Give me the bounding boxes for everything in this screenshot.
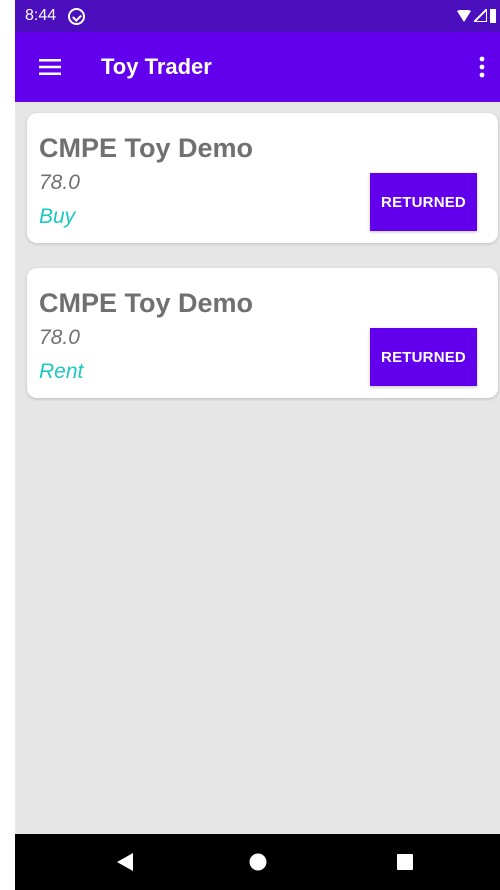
back-button[interactable] bbox=[95, 834, 155, 890]
app-screen: 8:44 Toy Trader CMPE Toy Demo 78.0 Buy R… bbox=[15, 0, 500, 890]
menu-button[interactable] bbox=[15, 32, 85, 102]
hamburger-menu-icon bbox=[39, 59, 61, 75]
toy-name: CMPE Toy Demo bbox=[39, 288, 254, 318]
toy-card[interactable]: CMPE Toy Demo 78.0 Buy RETURNED bbox=[27, 113, 498, 243]
toy-type: Rent bbox=[39, 360, 84, 383]
toy-price: 78.0 bbox=[39, 326, 80, 349]
back-icon bbox=[117, 853, 133, 871]
returned-button[interactable]: RETURNED bbox=[370, 173, 477, 231]
home-icon bbox=[249, 853, 267, 871]
toy-card[interactable]: CMPE Toy Demo 78.0 Rent RETURNED bbox=[27, 268, 498, 398]
toy-price: 78.0 bbox=[39, 171, 80, 194]
toy-type: Buy bbox=[39, 205, 76, 228]
status-time: 8:44 bbox=[25, 7, 57, 24]
app-bar: Toy Trader bbox=[15, 32, 500, 102]
returned-button[interactable]: RETURNED bbox=[370, 328, 477, 386]
sync-icon bbox=[68, 7, 86, 25]
overflow-menu-button[interactable] bbox=[464, 32, 500, 102]
status-bar: 8:44 bbox=[15, 0, 500, 32]
navigation-bar bbox=[15, 834, 500, 890]
home-button[interactable] bbox=[228, 834, 288, 890]
wifi-icon bbox=[457, 9, 471, 22]
toy-name: CMPE Toy Demo bbox=[39, 133, 254, 163]
signal-icon bbox=[474, 9, 487, 22]
status-icons bbox=[457, 8, 496, 23]
more-vert-icon bbox=[479, 56, 485, 78]
app-title: Toy Trader bbox=[101, 54, 212, 79]
recents-icon bbox=[397, 854, 413, 870]
battery-icon bbox=[490, 9, 496, 23]
recents-button[interactable] bbox=[375, 834, 435, 890]
